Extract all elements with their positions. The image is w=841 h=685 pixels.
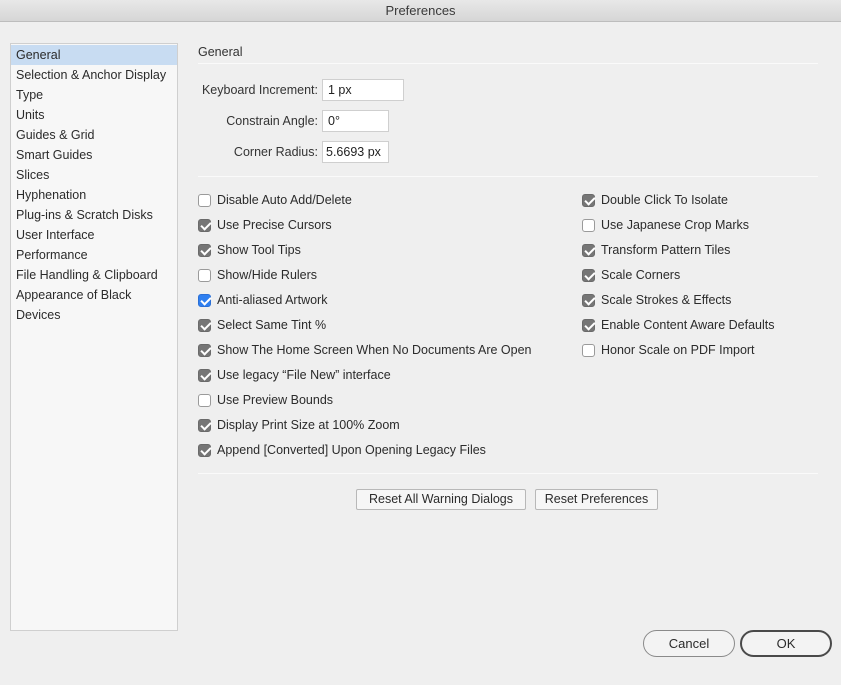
- option-label: Use Precise Cursors: [217, 218, 332, 232]
- option-select-same-tint[interactable]: Select Same Tint %: [198, 315, 326, 335]
- option-label: Show The Home Screen When No Documents A…: [217, 343, 532, 357]
- checkbox-checked-icon[interactable]: [198, 318, 211, 332]
- option-show-hide-rulers[interactable]: Show/Hide Rulers: [198, 265, 317, 285]
- option-label: Use Japanese Crop Marks: [601, 218, 749, 232]
- sidebar-item-user-interface[interactable]: User Interface: [11, 225, 177, 245]
- options-divider: [198, 176, 818, 177]
- option-use-preview-bounds[interactable]: Use Preview Bounds: [198, 390, 333, 410]
- checkbox-checked-icon[interactable]: [198, 218, 211, 232]
- option-label: Double Click To Isolate: [601, 193, 728, 207]
- window-title: Preferences: [385, 3, 456, 18]
- sidebar-item-slices[interactable]: Slices: [11, 165, 177, 185]
- option-disable-auto-add-delete[interactable]: Disable Auto Add/Delete: [198, 190, 352, 210]
- preferences-window: General Selection & Anchor Display Type …: [0, 22, 841, 685]
- option-scale-corners[interactable]: Scale Corners: [582, 265, 680, 285]
- sidebar-item-general[interactable]: General: [11, 45, 177, 65]
- option-label: Show/Hide Rulers: [217, 268, 318, 282]
- constrain-angle-label: Constrain Angle:: [226, 114, 318, 128]
- sidebar-item-type[interactable]: Type: [11, 85, 177, 105]
- checkbox-checked-icon[interactable]: [198, 293, 211, 307]
- constrain-angle-input[interactable]: [322, 110, 389, 132]
- option-transform-pattern-tiles[interactable]: Transform Pattern Tiles: [582, 240, 730, 260]
- option-use-japanese-crop-marks[interactable]: Use Japanese Crop Marks: [582, 215, 749, 235]
- checkbox-checked-icon[interactable]: [582, 293, 595, 307]
- option-use-precise-cursors[interactable]: Use Precise Cursors: [198, 215, 332, 235]
- option-display-print-size[interactable]: Display Print Size at 100% Zoom: [198, 415, 400, 435]
- checkbox-unchecked-icon[interactable]: [582, 343, 595, 357]
- corner-radius-input[interactable]: [322, 141, 389, 163]
- sidebar-item-devices[interactable]: Devices: [11, 305, 177, 325]
- checkbox-checked-icon[interactable]: [582, 268, 595, 282]
- sidebar-item-guides-grid[interactable]: Guides & Grid: [11, 125, 177, 145]
- sidebar-item-smart-guides[interactable]: Smart Guides: [11, 145, 177, 165]
- option-enable-content-aware-defaults[interactable]: Enable Content Aware Defaults: [582, 315, 775, 335]
- option-label: Select Same Tint %: [217, 318, 327, 332]
- checkbox-unchecked-icon[interactable]: [198, 268, 211, 282]
- window-titlebar: Preferences: [0, 0, 841, 22]
- option-show-tool-tips[interactable]: Show Tool Tips: [198, 240, 301, 260]
- option-anti-aliased-artwork[interactable]: Anti-aliased Artwork: [198, 290, 327, 310]
- option-scale-strokes-effects[interactable]: Scale Strokes & Effects: [582, 290, 731, 310]
- checkbox-checked-icon[interactable]: [198, 418, 211, 432]
- checkbox-unchecked-icon[interactable]: [198, 193, 211, 207]
- keyboard-increment-input[interactable]: [322, 79, 404, 101]
- cancel-button[interactable]: Cancel: [643, 630, 735, 657]
- checkbox-unchecked-icon[interactable]: [582, 218, 595, 232]
- option-show-home-screen[interactable]: Show The Home Screen When No Documents A…: [198, 340, 532, 360]
- option-use-legacy-file-new[interactable]: Use legacy “File New” interface: [198, 365, 391, 385]
- option-label: Anti-aliased Artwork: [217, 293, 328, 307]
- corner-radius-label: Corner Radius:: [233, 145, 318, 159]
- section-divider: [198, 63, 818, 64]
- checkbox-checked-icon[interactable]: [582, 193, 595, 207]
- option-label: Append [Converted] Upon Opening Legacy F…: [217, 443, 486, 457]
- section-title: General: [198, 45, 243, 59]
- option-label: Use Preview Bounds: [217, 393, 334, 407]
- sidebar-item-selection-anchor-display[interactable]: Selection & Anchor Display: [11, 65, 177, 85]
- sidebar-item-performance[interactable]: Performance: [11, 245, 177, 265]
- sidebar-item-appearance-of-black[interactable]: Appearance of Black: [11, 285, 177, 305]
- option-label: Disable Auto Add/Delete: [217, 193, 352, 207]
- buttons-divider: [198, 473, 818, 474]
- sidebar-item-plugins-scratch-disks[interactable]: Plug-ins & Scratch Disks: [11, 205, 177, 225]
- sidebar-item-file-handling-clipboard[interactable]: File Handling & Clipboard: [11, 265, 177, 285]
- option-label: Transform Pattern Tiles: [601, 243, 731, 257]
- checkbox-checked-icon[interactable]: [198, 443, 211, 457]
- option-label: Scale Corners: [601, 268, 681, 282]
- option-honor-scale-pdf-import[interactable]: Honor Scale on PDF Import: [582, 340, 755, 360]
- ok-button[interactable]: OK: [740, 630, 832, 657]
- option-double-click-to-isolate[interactable]: Double Click To Isolate: [582, 190, 728, 210]
- reset-all-warning-dialogs-button[interactable]: Reset All Warning Dialogs: [356, 489, 526, 510]
- checkbox-checked-icon[interactable]: [582, 243, 595, 257]
- checkbox-checked-icon[interactable]: [198, 243, 211, 257]
- option-label: Enable Content Aware Defaults: [601, 318, 775, 332]
- sidebar-item-units[interactable]: Units: [11, 105, 177, 125]
- checkbox-checked-icon[interactable]: [198, 368, 211, 382]
- option-label: Show Tool Tips: [217, 243, 301, 257]
- checkbox-checked-icon[interactable]: [582, 318, 595, 332]
- keyboard-increment-label: Keyboard Increment:: [201, 83, 318, 97]
- checkbox-checked-icon[interactable]: [198, 343, 211, 357]
- general-panel: General Keyboard Increment: Constrain An…: [198, 44, 818, 510]
- option-label: Use legacy “File New” interface: [217, 368, 391, 382]
- option-label: Display Print Size at 100% Zoom: [217, 418, 400, 432]
- preferences-sidebar: General Selection & Anchor Display Type …: [10, 43, 178, 631]
- reset-preferences-button[interactable]: Reset Preferences: [535, 489, 658, 510]
- option-label: Scale Strokes & Effects: [601, 293, 732, 307]
- option-label: Honor Scale on PDF Import: [601, 343, 755, 357]
- checkbox-unchecked-icon[interactable]: [198, 393, 211, 407]
- option-append-converted[interactable]: Append [Converted] Upon Opening Legacy F…: [198, 440, 486, 460]
- sidebar-item-hyphenation[interactable]: Hyphenation: [11, 185, 177, 205]
